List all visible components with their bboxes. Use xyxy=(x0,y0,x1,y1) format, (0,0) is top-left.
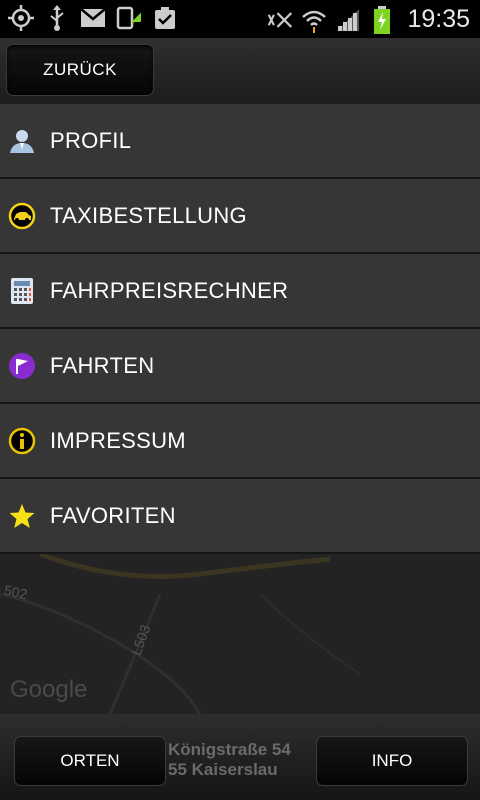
menu-item-favoriten[interactable]: FAVORITEN xyxy=(0,479,480,554)
sync-icon xyxy=(116,5,142,31)
info-button[interactable]: INFO xyxy=(316,736,468,786)
address-line-2: 55 Kaiserslau xyxy=(168,760,278,779)
menu-item-fahrten[interactable]: FAHRTEN xyxy=(0,329,480,404)
back-button[interactable]: ZURÜCK xyxy=(6,44,154,96)
taxi-icon xyxy=(8,202,36,230)
address-text: Königstraße 54 55 Kaiserslau xyxy=(168,740,318,780)
flag-icon xyxy=(8,352,36,380)
menu-item-label: PROFIL xyxy=(50,127,132,153)
menu-item-taxibestellung[interactable]: TAXIBESTELLUNG xyxy=(0,179,480,254)
battery-charging-icon xyxy=(369,5,395,34)
menu-item-label: FAHRTEN xyxy=(50,352,155,378)
star-icon xyxy=(8,502,36,530)
orten-button[interactable]: ORTEN xyxy=(14,736,166,786)
menu-item-profil[interactable]: PROFIL xyxy=(0,104,480,179)
menu-item-label: FAHRPREISRECHNER xyxy=(50,277,289,303)
usb-icon xyxy=(44,5,70,31)
main-menu: PROFIL TAXIBESTELLUNG FAHRPREISRECHNER F… xyxy=(0,104,480,554)
clock-time: 19:35 xyxy=(407,5,470,33)
address-line-1: Königstraße 54 xyxy=(168,740,291,759)
menu-item-label: TAXIBESTELLUNG xyxy=(50,202,247,228)
clipboard-check-icon xyxy=(152,5,178,31)
no-sound-icon xyxy=(267,7,293,33)
gmail-icon xyxy=(80,5,106,31)
info-icon xyxy=(8,427,36,455)
top-bar: ZURÜCK xyxy=(0,38,480,104)
signal-icon xyxy=(335,7,361,33)
menu-item-impressum[interactable]: IMPRESSUM xyxy=(0,404,480,479)
gps-icon xyxy=(8,5,34,31)
menu-item-fahrpreisrechner[interactable]: FAHRPREISRECHNER xyxy=(0,254,480,329)
calculator-icon xyxy=(8,277,36,305)
map-view[interactable]: 502 L503 Google xyxy=(0,554,480,714)
menu-item-label: IMPRESSUM xyxy=(50,427,186,453)
menu-item-label: FAVORITEN xyxy=(50,502,176,528)
user-icon xyxy=(8,127,36,155)
google-attribution: Google xyxy=(10,676,88,703)
bottom-bar: ORTEN Königstraße 54 55 Kaiserslau INFO xyxy=(0,714,480,800)
status-bar: 19:35 xyxy=(0,0,480,38)
wifi-icon xyxy=(301,7,327,33)
